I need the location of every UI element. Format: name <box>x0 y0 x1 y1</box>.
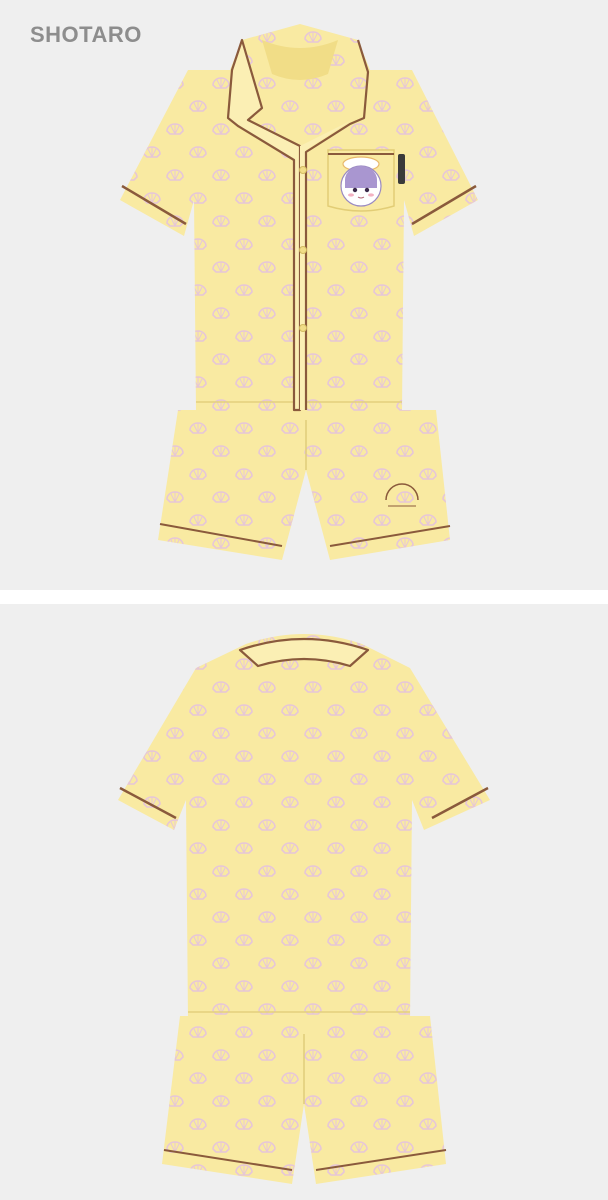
character-patch <box>340 156 382 207</box>
shirt-back <box>118 634 490 1020</box>
woven-label <box>398 154 405 184</box>
product-image-back <box>0 604 608 1200</box>
shorts-back <box>162 1016 447 1184</box>
shirt-front <box>120 24 478 412</box>
pajama-back-illustration <box>118 634 490 1184</box>
product-image-front: SHOTARO <box>0 0 608 590</box>
chest-pocket <box>327 149 405 212</box>
pajama-front-illustration <box>120 24 478 560</box>
shorts-front <box>158 410 451 560</box>
